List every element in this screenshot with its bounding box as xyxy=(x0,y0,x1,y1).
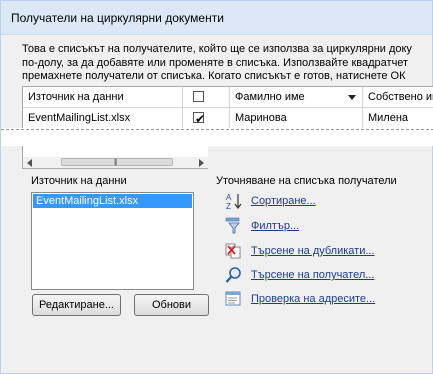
header-first-name[interactable]: Собствено име xyxy=(363,87,433,107)
row-checkbox-cell: ✔ xyxy=(183,108,230,128)
sort-link-row[interactable]: A Z Сортиране... xyxy=(225,191,425,211)
filter-link-row[interactable]: Филтър... xyxy=(225,216,425,236)
checkmark-icon: ✔ xyxy=(195,112,206,126)
grip-icon: ||| xyxy=(114,159,118,166)
header-last-name[interactable]: Фамилно име xyxy=(230,87,363,107)
scroll-thumb[interactable]: ||| xyxy=(61,158,173,166)
scroll-left-icon[interactable] xyxy=(27,159,32,167)
filter-link[interactable]: Филтър... xyxy=(251,220,299,232)
find-duplicates-icon xyxy=(225,243,241,259)
dropdown-arrow-icon[interactable] xyxy=(348,95,356,100)
data-source-label: Източник на данни xyxy=(31,175,127,187)
description-line: Това е списъкът на получателите, който щ… xyxy=(22,43,412,55)
refresh-button[interactable]: Обнови xyxy=(134,294,209,316)
description-line: премахнете получатели от списъка. Когато… xyxy=(22,70,406,82)
header-data-source[interactable]: Източник на данни xyxy=(23,87,183,107)
grid-header-row: Източник на данни Фамилно име Собствено … xyxy=(23,87,433,108)
horizontal-scrollbar[interactable]: ||| xyxy=(23,157,208,168)
header-last-name-label: Фамилно име xyxy=(235,91,305,103)
sort-az-icon: A Z xyxy=(226,193,242,210)
validate-addresses-icon xyxy=(225,291,241,306)
recipients-grid: Източник на данни Фамилно име Собствено … xyxy=(22,86,433,129)
sort-link[interactable]: Сортиране... xyxy=(251,195,316,207)
title-bar[interactable]: Получатели на циркулярни документи xyxy=(1,1,432,35)
find-recipient-link[interactable]: Търсене на получател... xyxy=(251,269,374,281)
torn-edge-divider xyxy=(1,128,433,146)
select-all-checkbox[interactable] xyxy=(193,91,204,102)
description-text: Това е списъкът на получателите, който щ… xyxy=(22,43,427,83)
svg-text:Z: Z xyxy=(226,202,231,210)
description-line: по-долу, за да добавяте или променяте в … xyxy=(22,56,409,69)
row-first-name: Милена xyxy=(368,112,409,124)
row-checkbox[interactable]: ✔ xyxy=(193,112,205,126)
svg-text:A: A xyxy=(226,193,232,202)
edit-button[interactable]: Редактиране... xyxy=(32,294,121,316)
row-data-source: EventMailingList.xlsx xyxy=(23,108,183,128)
data-source-list[interactable]: EventMailingList.xlsx xyxy=(31,192,194,290)
find-recipient-icon xyxy=(225,267,241,283)
find-recipient-link-row[interactable]: Търсене на получател... xyxy=(225,265,425,285)
scroll-right-icon[interactable] xyxy=(199,159,204,167)
grid-bottom-fragment: ||| xyxy=(22,146,208,169)
table-row[interactable]: EventMailingList.xlsx ✔ Маринова Милена xyxy=(23,108,433,128)
list-item[interactable]: EventMailingList.xlsx xyxy=(33,194,192,208)
header-select-all[interactable] xyxy=(183,87,230,107)
refine-list-label: Уточняване на списъка получатели xyxy=(216,175,397,187)
row-last-name: Маринова xyxy=(230,108,363,128)
validate-addresses-link[interactable]: Проверка на адресите... xyxy=(251,293,375,305)
validate-addresses-link-row[interactable]: Проверка на адресите... xyxy=(225,289,425,309)
duplicates-link[interactable]: Търсене на дубликати... xyxy=(251,245,375,257)
mail-merge-recipients-dialog: Получатели на циркулярни документи Това … xyxy=(0,0,433,374)
dialog-title: Получатели на циркулярни документи xyxy=(11,11,224,25)
duplicates-link-row[interactable]: Търсене на дубликати... xyxy=(225,241,425,261)
filter-icon xyxy=(225,217,240,234)
